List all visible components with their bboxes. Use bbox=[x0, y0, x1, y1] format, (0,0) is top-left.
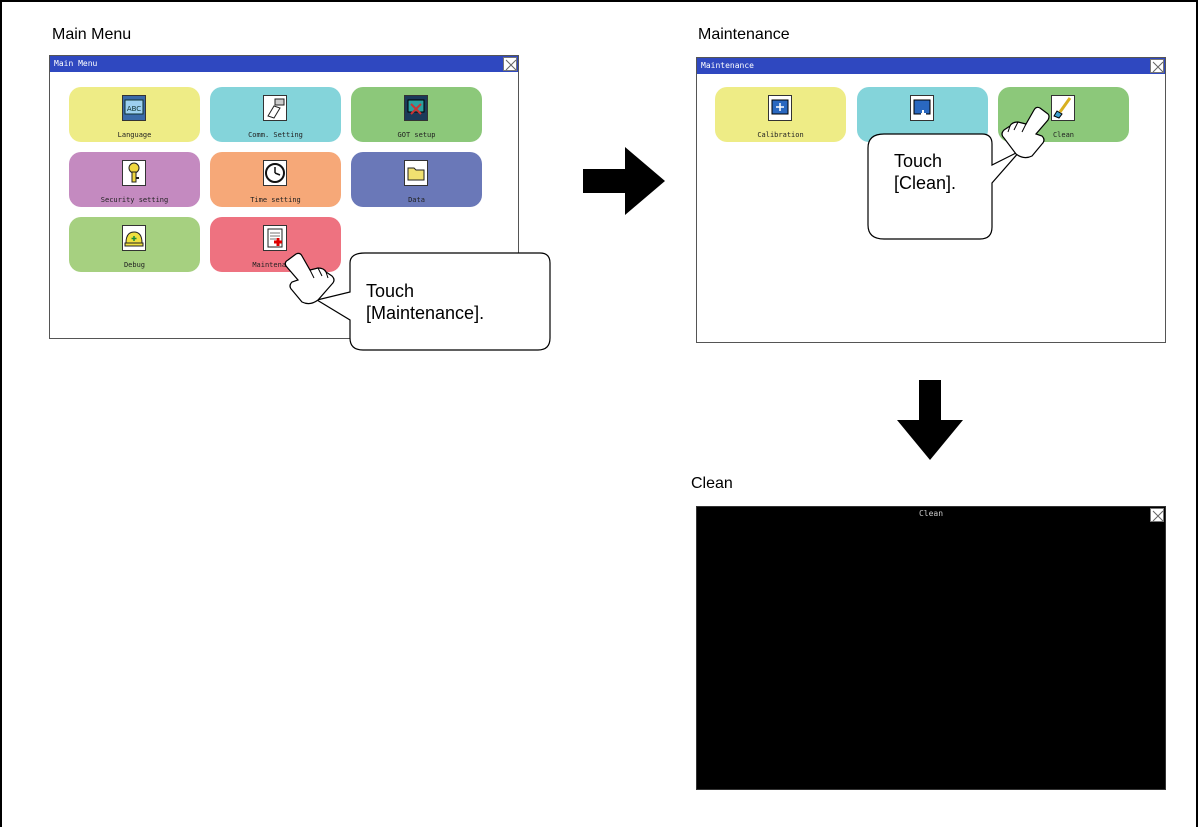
maintenance-titlebar: Maintenance bbox=[697, 58, 1165, 74]
connector-icon bbox=[263, 95, 287, 121]
tile-debug[interactable]: Debug bbox=[69, 217, 200, 272]
tile-security-setting-label: Security setting bbox=[100, 196, 169, 204]
tile-time-setting-label: Time setting bbox=[250, 196, 301, 204]
arrow-down-icon bbox=[897, 380, 963, 460]
close-icon bbox=[1152, 61, 1164, 73]
tile-language-label: Language bbox=[117, 131, 152, 139]
maintenance-callout-line2: [Clean]. bbox=[894, 173, 957, 193]
clean-screen[interactable]: Clean bbox=[696, 506, 1166, 790]
maintenance-callout-text: Touch [Clean]. bbox=[894, 150, 956, 194]
arrow-right-icon bbox=[583, 147, 665, 215]
tile-language[interactable]: ABC Language bbox=[69, 87, 200, 142]
tile-time-setting[interactable]: Time setting bbox=[210, 152, 341, 207]
main-menu-close-button[interactable] bbox=[503, 57, 517, 71]
maintenance-close-button[interactable] bbox=[1150, 59, 1164, 73]
caption-clean: Clean bbox=[691, 475, 733, 492]
tile-got-setup-label: GOT setup bbox=[397, 131, 436, 139]
caption-main-menu: Main Menu bbox=[52, 26, 132, 43]
tile-debug-label: Debug bbox=[123, 261, 146, 269]
maintenance-title: Maintenance bbox=[701, 61, 754, 70]
clock-icon bbox=[263, 160, 287, 186]
clean-close-button[interactable] bbox=[1150, 508, 1164, 522]
helmet-icon bbox=[122, 225, 146, 251]
svg-text:ABC: ABC bbox=[127, 105, 141, 113]
tile-calibration-label: Calibration bbox=[757, 131, 804, 139]
tile-got-setup[interactable]: GOT setup bbox=[351, 87, 482, 142]
tile-security-setting[interactable]: Security setting bbox=[69, 152, 200, 207]
pointing-hand-icon bbox=[284, 252, 335, 305]
pointing-hand-icon bbox=[1001, 106, 1050, 159]
frame-top-border bbox=[0, 0, 1198, 2]
main-menu-callout-line2: [Maintenance]. bbox=[366, 303, 485, 323]
clean-title: Clean bbox=[918, 509, 944, 518]
tile-data-label: Data bbox=[408, 196, 425, 204]
key-icon bbox=[122, 160, 146, 186]
close-icon bbox=[1152, 510, 1164, 522]
main-menu-callout-text: Touch [Maintenance]. bbox=[366, 280, 484, 324]
tile-comm-setting[interactable]: Comm. Setting bbox=[210, 87, 341, 142]
frame-left-border bbox=[0, 0, 2, 827]
calibration-icon bbox=[768, 95, 792, 121]
main-menu-title: Main Menu bbox=[54, 59, 98, 68]
caption-maintenance: Maintenance bbox=[698, 26, 790, 43]
main-menu-callout-line1: Touch bbox=[366, 281, 415, 301]
close-icon bbox=[505, 59, 517, 71]
tile-data[interactable]: Data bbox=[351, 152, 482, 207]
maintenance-callout-line1: Touch bbox=[894, 151, 943, 171]
abc-icon: ABC bbox=[122, 95, 146, 121]
folder-icon bbox=[404, 160, 428, 186]
tile-calibration[interactable]: Calibration bbox=[715, 87, 846, 142]
main-menu-titlebar: Main Menu bbox=[50, 56, 518, 72]
tile-comm-setting-label: Comm. Setting bbox=[248, 131, 303, 139]
monitor-tools-icon bbox=[404, 95, 428, 121]
touch-panel-icon bbox=[910, 95, 934, 121]
